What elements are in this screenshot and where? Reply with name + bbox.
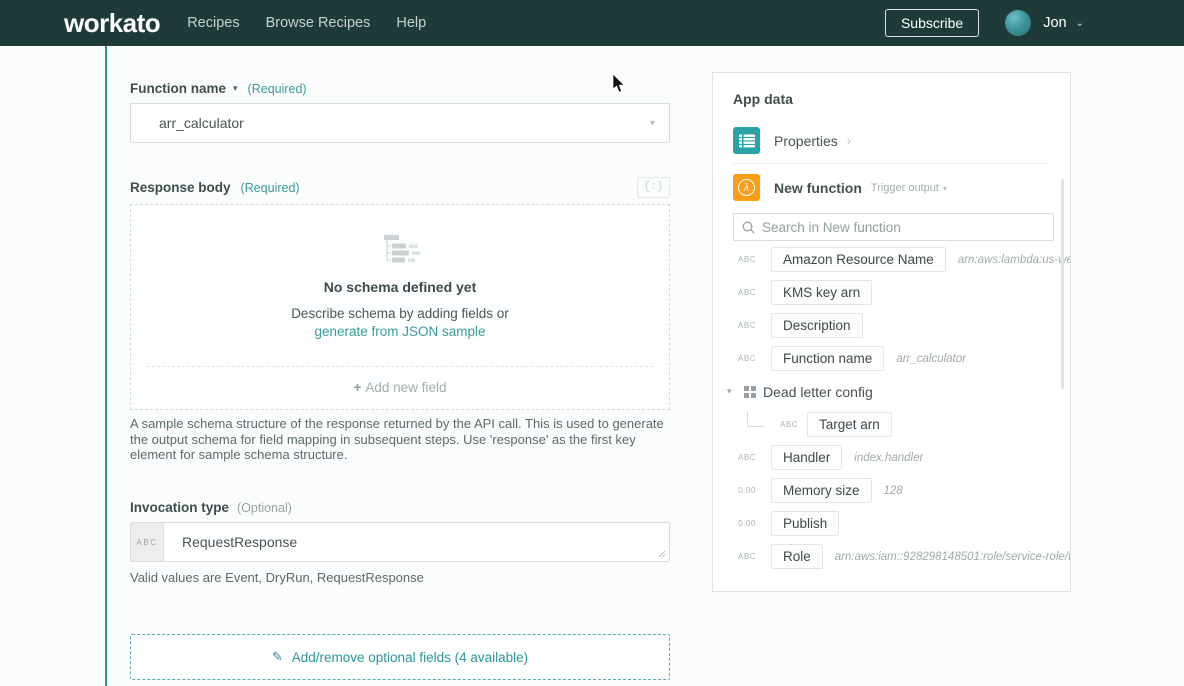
function-name-label-row: Function name ▾ (Required) (130, 81, 307, 96)
function-name-value: arr_calculator (159, 115, 244, 131)
field-type-badge: 0.00 (734, 486, 760, 495)
subscribe-button[interactable]: Subscribe (885, 9, 979, 37)
invocation-type-value: RequestResponse (164, 523, 669, 561)
field-row: ABC Function name arr_calculator (713, 342, 1070, 375)
field-value: 128 (884, 485, 903, 497)
search-placeholder: Search in New function (762, 220, 901, 235)
invocation-type-label-row: Invocation type (Optional) (130, 500, 292, 515)
json-view-toggle-button[interactable]: {:} (637, 177, 670, 198)
chevron-right-icon: › (847, 133, 851, 148)
field-pill[interactable]: Role (771, 544, 823, 569)
function-name-select[interactable]: arr_calculator ▾ (130, 103, 670, 143)
schema-help-line: Describe schema by adding fields or (131, 306, 669, 321)
new-function-title: New function (774, 180, 862, 196)
response-body-schema-box: No schema defined yet Describe schema by… (130, 204, 670, 410)
schema-tree-icon (374, 235, 426, 266)
text-type-badge: ABC (131, 523, 164, 561)
search-input[interactable]: Search in New function (733, 213, 1054, 241)
field-pill[interactable]: Publish (771, 511, 839, 536)
app-data-field-list: ABC Amazon Resource Name arn:aws:lambda:us… (713, 243, 1070, 573)
app-data-title: App data (733, 91, 793, 107)
field-value: index.handler (854, 452, 923, 464)
new-function-row: λ New function Trigger output▾ (733, 174, 947, 201)
field-row: ABC Amazon Resource Name arn:aws:lambda:us… (713, 243, 1070, 276)
avatar[interactable] (1005, 10, 1031, 36)
label-caret-icon[interactable]: ▾ (233, 83, 238, 94)
panel-scrollbar[interactable] (1061, 179, 1064, 389)
optional-note: (Optional) (237, 501, 292, 515)
invocation-type-hint: Valid values are Event, DryRun, RequestR… (130, 570, 670, 585)
field-row: 0.00 Memory size 128 (713, 474, 1070, 507)
no-schema-title: No schema defined yet (131, 279, 669, 295)
object-grid-icon (744, 386, 756, 398)
field-type-badge: ABC (734, 354, 760, 363)
field-pill[interactable]: Target arn (807, 412, 892, 437)
field-type-badge: 0.00 (734, 519, 760, 528)
response-body-label-row: Response body (Required) {:} (130, 180, 670, 195)
field-pill[interactable]: Memory size (771, 478, 872, 503)
divider (733, 163, 1050, 164)
step-config-form: Function name ▾ (Required) arr_calculato… (130, 0, 670, 686)
add-new-field-button[interactable]: +Add new field (131, 380, 669, 395)
invocation-type-input[interactable]: ABC RequestResponse (130, 522, 670, 562)
required-note: (Required) (241, 181, 300, 195)
field-value: arn:aws:lambda:us-west-2:9 (958, 254, 1070, 266)
field-value: arr_calculator (896, 353, 966, 365)
properties-icon (733, 127, 760, 154)
field-row: ABC KMS key arn (713, 276, 1070, 309)
search-icon (742, 221, 755, 234)
function-name-label: Function name (130, 81, 226, 96)
chevron-down-icon[interactable]: ⌄ (1076, 18, 1084, 29)
required-note: (Required) (248, 82, 307, 96)
trigger-output-dropdown[interactable]: Trigger output▾ (871, 182, 947, 194)
add-remove-optional-fields-button[interactable]: ✎ Add/remove optional fields (4 availabl… (130, 634, 670, 680)
user-name[interactable]: Jon (1043, 15, 1066, 31)
field-pill[interactable]: Description (771, 313, 863, 338)
field-value: arn:aws:iam::928298148501:role/service-r… (835, 551, 1070, 563)
resize-handle[interactable] (658, 550, 666, 558)
tree-connector (747, 411, 764, 427)
field-pill[interactable]: Amazon Resource Name (771, 247, 946, 272)
field-pill[interactable]: KMS key arn (771, 280, 872, 305)
step-accent-line (105, 46, 107, 686)
field-row: 0.00 Publish (713, 507, 1070, 540)
field-row: ABC Handler index.handler (713, 441, 1070, 474)
plus-icon: + (354, 380, 362, 395)
response-body-label: Response body (130, 180, 231, 195)
response-body-help-text: A sample schema structure of the respons… (130, 416, 670, 463)
invocation-type-label: Invocation type (130, 500, 229, 515)
properties-row[interactable]: Properties › (733, 127, 851, 154)
field-type-badge: ABC (734, 255, 760, 264)
field-group-label: Dead letter config (763, 384, 873, 400)
field-type-badge: ABC (734, 453, 760, 462)
field-row: ABC Target arn (713, 408, 1070, 441)
caret-down-icon: ▾ (943, 184, 947, 193)
field-type-badge: ABC (776, 420, 802, 429)
field-group-row: ▾ Dead letter config (713, 375, 1070, 408)
field-row: ABC Role arn:aws:iam::928298148501:role/se… (713, 540, 1070, 573)
field-type-badge: ABC (734, 288, 760, 297)
app-data-panel: App data Properties › λ New function Tri… (712, 72, 1071, 592)
field-type-badge: ABC (734, 321, 760, 330)
field-row: ABC Description (713, 309, 1070, 342)
pencil-icon: ✎ (272, 649, 283, 665)
group-caret-icon[interactable]: ▾ (727, 386, 737, 397)
lambda-icon: λ (733, 174, 760, 201)
field-pill[interactable]: Function name (771, 346, 884, 371)
properties-label: Properties (774, 133, 838, 149)
field-pill[interactable]: Handler (771, 445, 842, 470)
select-caret-icon: ▾ (650, 118, 655, 129)
generate-from-json-link[interactable]: generate from JSON sample (131, 324, 669, 339)
field-type-badge: ABC (734, 552, 760, 561)
divider (147, 366, 653, 367)
